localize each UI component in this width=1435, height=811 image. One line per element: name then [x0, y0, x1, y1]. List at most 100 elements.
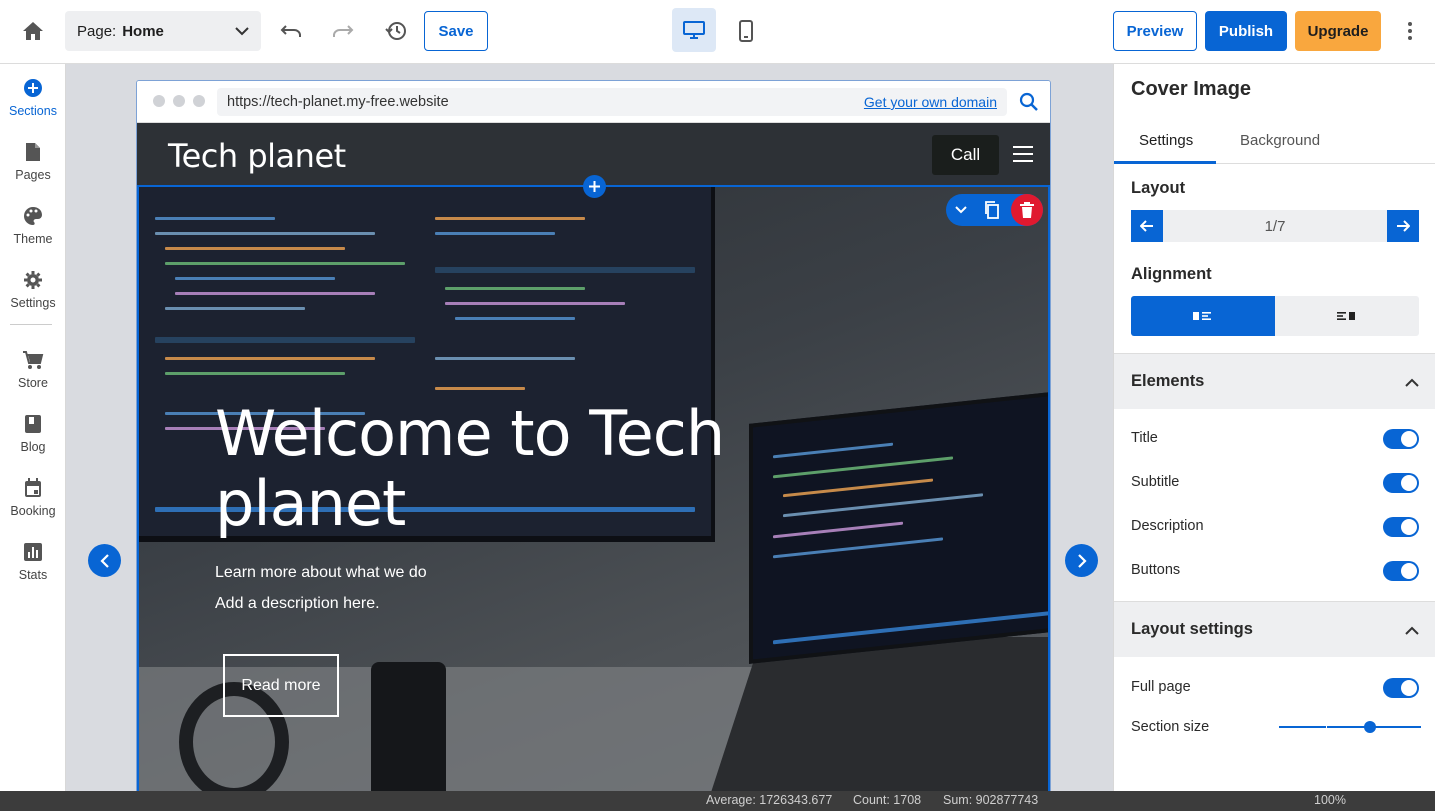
page-select-label: Page:	[77, 22, 117, 40]
element-label-buttons: Buttons	[1131, 562, 1181, 578]
sidebar-item-settings[interactable]: Settings	[0, 268, 66, 310]
publish-button[interactable]: Publish	[1205, 11, 1287, 51]
hero-subtitle[interactable]: Learn more about what we do	[215, 564, 427, 582]
search-icon[interactable]	[1017, 91, 1041, 113]
history-icon[interactable]	[382, 17, 410, 45]
sidebar-item-label: Settings	[10, 296, 56, 310]
alignment-heading: Alignment	[1131, 265, 1212, 283]
gear-icon	[23, 268, 43, 292]
panel-title: Cover Image	[1131, 78, 1252, 100]
layout-settings-section-header[interactable]: Layout settings	[1114, 601, 1435, 657]
slider-handle[interactable]	[1363, 721, 1376, 733]
element-label-subtitle: Subtitle	[1131, 474, 1180, 490]
prev-section-icon[interactable]	[88, 544, 121, 577]
next-section-icon[interactable]	[1065, 544, 1098, 577]
sidebar-item-stats[interactable]: Stats	[0, 540, 66, 582]
layout-stepper: 1/7	[1131, 210, 1419, 242]
full-page-toggle[interactable]	[1383, 678, 1419, 698]
subtitle-toggle[interactable]	[1383, 473, 1419, 493]
hero-phone-shape	[371, 662, 446, 791]
window-dot	[193, 95, 205, 107]
more-options-icon[interactable]	[1396, 16, 1424, 46]
sidebar-item-blog[interactable]: Blog	[0, 412, 66, 454]
site-url: https://tech-planet.my-free.website	[227, 94, 449, 110]
get-domain-link[interactable]: Get your own domain	[864, 94, 997, 110]
arrow-left-icon[interactable]	[1131, 210, 1163, 242]
window-dot	[173, 95, 185, 107]
align-right-icon[interactable]	[1275, 296, 1419, 336]
alignment-toggle	[1131, 296, 1419, 336]
status-sum: Sum: 902877743	[943, 793, 1039, 807]
full-page-label: Full page	[1131, 679, 1191, 695]
title-toggle[interactable]	[1383, 429, 1419, 449]
elements-section-header[interactable]: Elements	[1114, 353, 1435, 409]
palette-icon	[23, 204, 43, 228]
redo-icon[interactable]	[330, 18, 356, 44]
sidebar-item-label: Booking	[10, 504, 56, 518]
preview-button[interactable]: Preview	[1113, 11, 1197, 51]
hero-description[interactable]: Add a description here.	[215, 595, 380, 613]
preview-address-bar: https://tech-planet.my-free.website Get …	[137, 81, 1050, 123]
chevron-down-icon	[235, 23, 249, 40]
sidebar-item-theme[interactable]: Theme	[0, 204, 66, 246]
section-size-slider[interactable]	[1279, 721, 1421, 733]
cover-section[interactable]: Welcome to Tech planet Learn more about …	[137, 185, 1050, 791]
sidebar-item-label: Stats	[18, 568, 48, 582]
read-more-button[interactable]: Read more	[223, 654, 339, 717]
buttons-toggle[interactable]	[1383, 561, 1419, 581]
sidebar-item-label: Store	[18, 376, 48, 390]
sidebar-item-booking[interactable]: Booking	[0, 476, 66, 518]
sidebar-item-label: Pages	[15, 168, 51, 182]
tab-settings[interactable]: Settings	[1139, 132, 1193, 149]
top-toolbar: Page: Home Save Preview Publish Upgrade	[0, 0, 1435, 64]
status-count: Count: 1708	[853, 793, 922, 807]
page-icon	[25, 140, 41, 164]
section-controls	[946, 194, 1043, 226]
add-section-icon[interactable]	[583, 175, 606, 198]
description-toggle[interactable]	[1383, 517, 1419, 537]
sidebar-item-label: Sections	[9, 104, 57, 118]
sidebar-item-sections[interactable]: Sections	[0, 76, 66, 118]
sidebar-item-pages[interactable]: Pages	[0, 140, 66, 182]
align-left-icon[interactable]	[1131, 296, 1275, 336]
layout-settings-heading: Layout settings	[1131, 620, 1253, 638]
chart-icon	[24, 540, 42, 564]
mobile-view-icon[interactable]	[734, 18, 758, 44]
layout-value: 1/7	[1264, 217, 1286, 235]
chevron-down-icon[interactable]	[952, 202, 970, 218]
page-select-value: Home	[122, 22, 164, 40]
left-sidebar: Sections Pages Theme Settings Store Blog…	[0, 64, 66, 791]
chevron-up-icon	[1405, 622, 1419, 638]
tab-active-indicator	[1114, 161, 1216, 164]
cart-icon	[22, 348, 44, 372]
window-dot	[153, 95, 165, 107]
sidebar-item-label: Blog	[20, 440, 46, 454]
save-button[interactable]: Save	[424, 11, 488, 51]
call-button[interactable]: Call	[932, 135, 999, 175]
sidebar-item-label: Theme	[13, 232, 53, 246]
plus-circle-icon	[23, 76, 43, 100]
page-select[interactable]: Page: Home	[65, 11, 261, 51]
duplicate-icon[interactable]	[982, 200, 1002, 220]
site-title[interactable]: Tech planet	[168, 137, 346, 175]
url-field: https://tech-planet.my-free.website Get …	[217, 88, 1007, 116]
desktop-view-icon[interactable]	[672, 8, 716, 52]
chevron-up-icon	[1405, 374, 1419, 390]
upgrade-button[interactable]: Upgrade	[1295, 11, 1381, 51]
home-icon[interactable]	[20, 18, 46, 44]
arrow-right-icon[interactable]	[1387, 210, 1419, 242]
calendar-icon	[24, 476, 42, 500]
tab-background[interactable]: Background	[1240, 132, 1320, 149]
undo-icon[interactable]	[278, 18, 304, 44]
sidebar-divider	[10, 324, 52, 325]
menu-icon[interactable]	[1013, 146, 1033, 162]
editor-canvas: https://tech-planet.my-free.website Get …	[66, 64, 1113, 791]
element-label-title: Title	[1131, 430, 1158, 446]
sidebar-item-store[interactable]: Store	[0, 348, 66, 390]
delete-icon[interactable]	[1011, 194, 1043, 226]
settings-panel: Cover Image Settings Background Layout 1…	[1113, 64, 1435, 791]
elements-heading: Elements	[1131, 372, 1205, 390]
element-label-description: Description	[1131, 518, 1204, 534]
hero-title[interactable]: Welcome to Tech planet	[215, 399, 815, 539]
section-size-label: Section size	[1131, 719, 1210, 735]
